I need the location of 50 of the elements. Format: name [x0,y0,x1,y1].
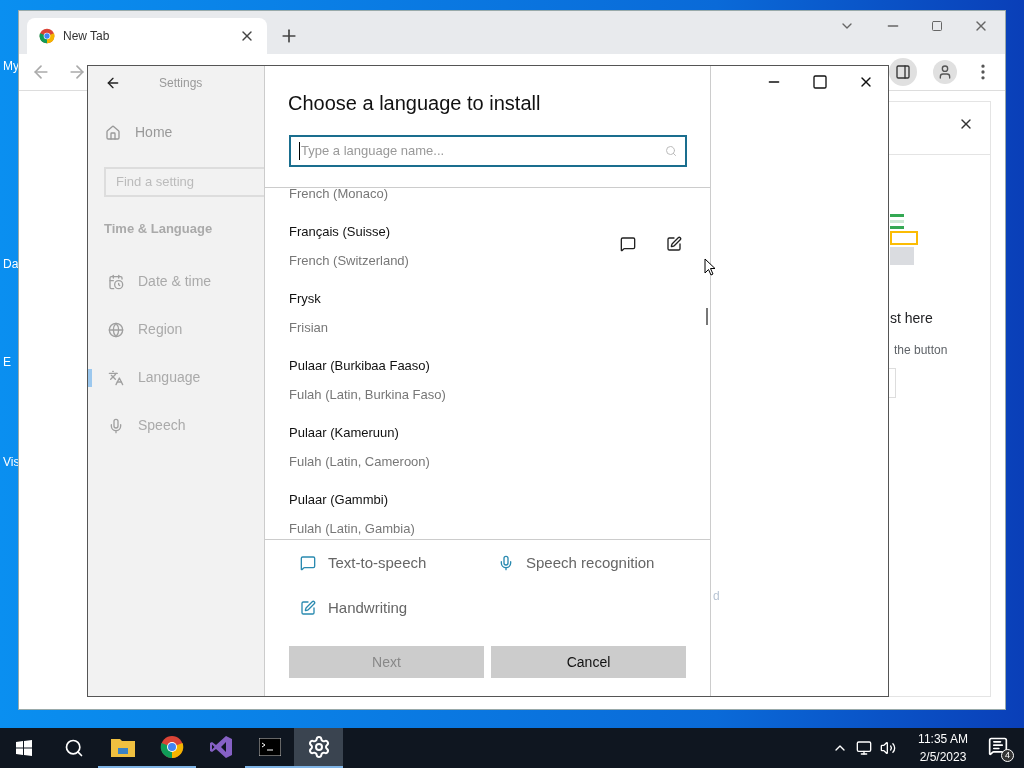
desktop-icon-label: My [3,60,19,72]
side-panel-text: the button [894,342,948,359]
desktop-icon-label: Da [3,258,19,270]
feature-label: Handwriting [328,597,408,618]
browser-tab[interactable]: New Tab [27,18,267,54]
microphone-icon [498,555,514,572]
speech-bubble-icon [300,555,316,572]
profile-avatar[interactable] [933,60,957,84]
section-heading: Time & Language [104,220,214,238]
taskbar-app[interactable] [294,728,343,768]
home-icon [105,124,121,141]
language-option[interactable]: Frysk Frisian [265,288,710,356]
calendar-icon [108,273,124,290]
language-option[interactable]: Pulaar (Burkibaa Faaso) Fulah (Latin, Burkina Faso) [265,355,710,423]
terminal-icon [258,738,281,756]
pen-icon [300,599,316,616]
search-icon[interactable] [64,738,84,758]
message-icon [988,736,1008,756]
side-panel-heading: st here [890,309,933,328]
volume-icon[interactable] [880,740,896,756]
infinity-logo-icon [208,735,233,759]
maximize-icon[interactable] [931,20,943,32]
gear-icon [306,735,331,759]
clock[interactable]: 11:35 AM 2/5/2023 [910,730,976,766]
windows-logo-icon[interactable] [16,740,32,756]
maximize-icon[interactable] [812,74,828,90]
dialog-button[interactable]: Cancel [491,646,686,678]
chrome-logo-icon [39,28,55,44]
pen-icon [666,235,682,252]
network-icon[interactable] [856,740,872,756]
speech-bubble-icon [620,235,636,252]
person-icon [937,64,953,80]
scrollbar-thumb[interactable] [706,308,708,325]
language-option[interactable]: Pulaar (Kameruun) Fulah (Latin, Cameroon) [265,422,710,490]
notifications-button[interactable]: 4 [988,736,1012,760]
side-panel-toggle[interactable] [889,58,917,86]
folder-icon [110,737,135,757]
mouse-cursor-icon [704,258,716,276]
chrome-logo-icon [159,735,184,759]
language-option[interactable]: Français (Suisse) French (Switzerland) [265,221,710,289]
search-icon [665,145,677,157]
language-icon [108,369,124,386]
dialog-title: Choose a language to install [288,91,542,116]
window-title: Settings [159,75,203,92]
side-panel-footer: d [713,587,720,605]
language-option[interactable]: French (Monaco) [265,184,710,222]
microphone-icon [108,417,124,434]
side-panel-icon [895,64,911,80]
desktop-icon-label: E [3,356,11,368]
globe-icon [108,321,124,338]
